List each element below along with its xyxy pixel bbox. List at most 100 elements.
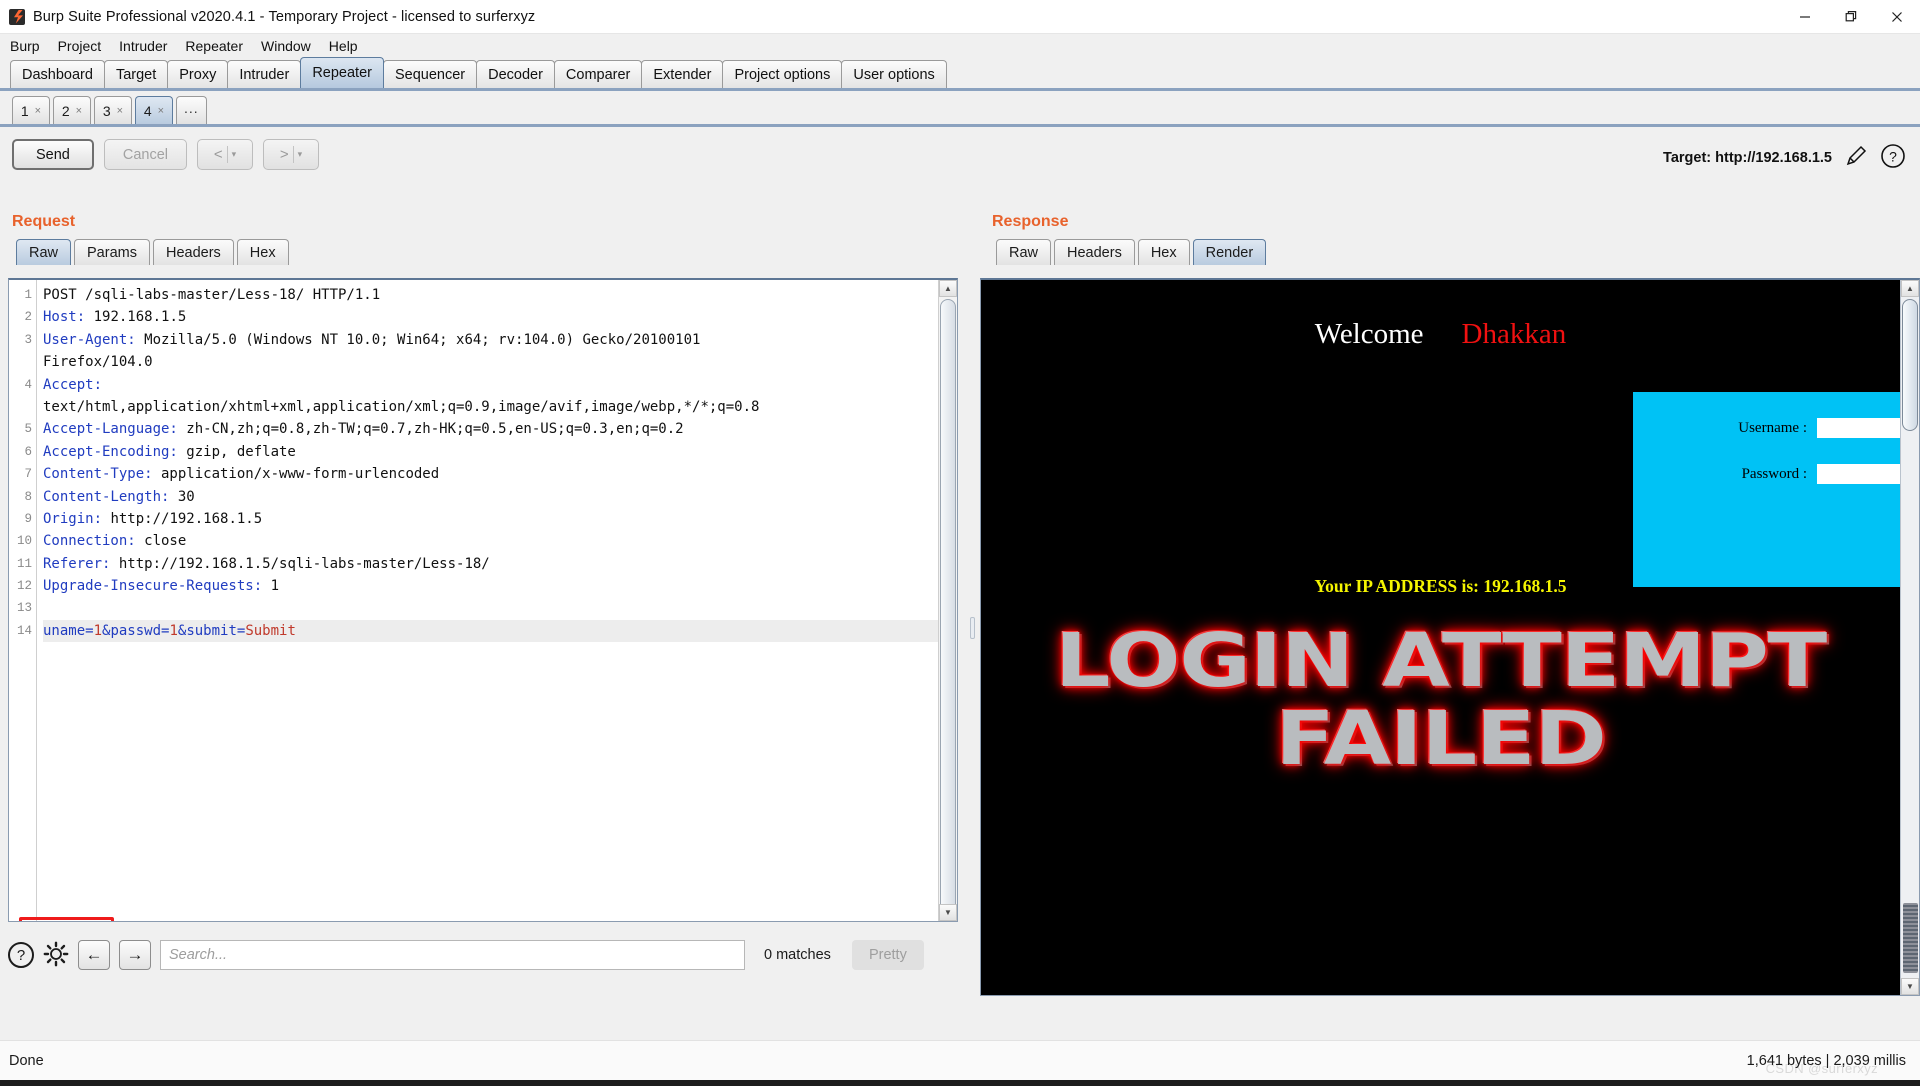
request-tab-headers[interactable]: Headers: [153, 239, 234, 265]
request-raw-text[interactable]: POST /sqli-labs-master/Less-18/ HTTP/1.1…: [37, 280, 957, 921]
request-tab-raw[interactable]: Raw: [16, 239, 71, 265]
code-line: Accept-Language: zh-CN,zh;q=0.8,zh-TW;q=…: [43, 418, 957, 440]
response-render-frame: WelcomeDhakkan Username : Password : You…: [980, 278, 1920, 996]
close-icon[interactable]: ×: [76, 105, 82, 117]
os-taskbar: [0, 1080, 1920, 1086]
line-number: 3: [9, 329, 36, 351]
tab-target[interactable]: Target: [104, 60, 168, 88]
tab-intruder[interactable]: Intruder: [227, 60, 301, 88]
username-row: Username :: [1633, 418, 1900, 438]
code-line: Referer: http://192.168.1.5/sqli-labs-ma…: [43, 553, 957, 575]
pane-splitter[interactable]: [965, 206, 980, 996]
line-number: 13: [9, 597, 36, 619]
menu-item-window[interactable]: Window: [261, 38, 311, 54]
line-number: 10: [9, 530, 36, 552]
repeater-tab-more[interactable]: ...: [176, 96, 207, 124]
username-label: Username :: [1738, 420, 1807, 437]
password-field[interactable]: [1817, 464, 1900, 484]
close-icon[interactable]: ×: [158, 105, 164, 117]
tab-dashboard[interactable]: Dashboard: [10, 60, 105, 88]
scroll-down-icon[interactable]: ▼: [1901, 978, 1919, 995]
menu-item-repeater[interactable]: Repeater: [185, 38, 243, 54]
match-count: 0 matches: [764, 947, 831, 963]
request-editor[interactable]: 1234567891011121314 POST /sqli-labs-mast…: [8, 278, 958, 922]
menu-bar: Burp Project Intruder Repeater Window He…: [0, 34, 1920, 58]
status-text: Done: [0, 1053, 44, 1069]
close-icon[interactable]: ×: [35, 105, 41, 117]
repeater-tab-label: 1: [21, 103, 29, 119]
main-tab-strip: Dashboard Target Proxy Intruder Repeater…: [0, 58, 1920, 91]
arrow-left-icon[interactable]: ←: [78, 940, 110, 970]
question-mark-icon[interactable]: ?: [1880, 143, 1906, 172]
scrollbar-thumb[interactable]: [1902, 299, 1918, 431]
menu-item-help[interactable]: Help: [329, 38, 358, 54]
request-body-line: uname=1&passwd=1&submit=Submit: [43, 620, 957, 642]
repeater-tab-2[interactable]: 2 ×: [53, 96, 91, 124]
menu-item-intruder[interactable]: Intruder: [119, 38, 167, 54]
username-field[interactable]: [1817, 418, 1900, 438]
pretty-button[interactable]: Pretty: [852, 940, 924, 970]
action-bar: Send Cancel < ▾ > ▾ Target: http://192.1…: [0, 127, 1920, 182]
repeater-tab-strip: 1 × 2 × 3 × 4 × ...: [0, 91, 1920, 127]
scrollbar-thumb[interactable]: [940, 299, 956, 922]
tab-proxy[interactable]: Proxy: [167, 60, 228, 88]
response-scrollbar[interactable]: ▲ ▼: [1900, 280, 1919, 995]
arrow-right-icon[interactable]: →: [119, 940, 151, 970]
code-line: Content-Type: application/x-www-form-url…: [43, 463, 957, 485]
ip-address-text: Your IP ADDRESS is: 192.168.1.5: [981, 576, 1900, 597]
line-number: 5: [9, 418, 36, 440]
target-area: Target: http://192.168.1.5 ?: [1663, 143, 1906, 172]
resize-grip[interactable]: [1903, 903, 1918, 973]
response-tab-hex[interactable]: Hex: [1138, 239, 1190, 265]
code-line: Accept:: [43, 374, 957, 396]
tab-project-options[interactable]: Project options: [722, 60, 842, 88]
repeater-tab-3[interactable]: 3 ×: [94, 96, 132, 124]
rendered-page: WelcomeDhakkan Username : Password : You…: [981, 280, 1900, 995]
request-pane: Request Raw Params Headers Hex 123456789…: [0, 206, 965, 996]
tab-extender[interactable]: Extender: [641, 60, 723, 88]
tab-sequencer[interactable]: Sequencer: [383, 60, 477, 88]
tab-repeater[interactable]: Repeater: [300, 57, 384, 88]
welcome-name: Dhakkan: [1462, 318, 1567, 350]
minimize-icon[interactable]: [1782, 0, 1828, 34]
close-icon[interactable]: ×: [117, 105, 123, 117]
scroll-down-icon[interactable]: ▼: [939, 904, 957, 921]
response-tab-headers[interactable]: Headers: [1054, 239, 1135, 265]
repeater-tab-label: 3: [103, 103, 111, 119]
search-input[interactable]: Search...: [160, 940, 745, 970]
tab-decoder[interactable]: Decoder: [476, 60, 555, 88]
menu-item-burp[interactable]: Burp: [10, 38, 40, 54]
gear-icon[interactable]: [43, 941, 69, 970]
request-line-numbers: 1234567891011121314: [9, 280, 37, 921]
menu-item-project[interactable]: Project: [58, 38, 102, 54]
response-tab-raw[interactable]: Raw: [996, 239, 1051, 265]
window-title: Burp Suite Professional v2020.4.1 - Temp…: [33, 9, 535, 25]
scroll-up-icon[interactable]: ▲: [1901, 280, 1919, 297]
chevron-left-icon: <: [214, 146, 223, 163]
line-number: 7: [9, 463, 36, 485]
repeater-tab-4[interactable]: 4 ×: [135, 96, 173, 124]
line-number: 6: [9, 441, 36, 463]
line-number: [9, 351, 36, 373]
forward-button[interactable]: > ▾: [263, 139, 319, 170]
request-scrollbar[interactable]: ▲ ▼: [938, 280, 957, 921]
response-title: Response: [980, 206, 1920, 231]
cancel-button[interactable]: Cancel: [104, 139, 187, 170]
question-mark-icon[interactable]: ?: [8, 942, 34, 968]
pencil-icon[interactable]: [1844, 144, 1868, 171]
repeater-tab-1[interactable]: 1 ×: [12, 96, 50, 124]
request-tab-params[interactable]: Params: [74, 239, 150, 265]
back-button[interactable]: < ▾: [197, 139, 253, 170]
request-tab-hex[interactable]: Hex: [237, 239, 289, 265]
close-icon[interactable]: [1874, 0, 1920, 34]
tab-comparer[interactable]: Comparer: [554, 60, 642, 88]
scroll-up-icon[interactable]: ▲: [939, 280, 957, 297]
password-row: Password :: [1633, 464, 1900, 484]
send-button[interactable]: Send: [12, 139, 94, 170]
splitter-grip[interactable]: [970, 617, 975, 639]
find-bar: ? ← → Search... 0 matches Pretty: [0, 932, 965, 978]
maximize-icon[interactable]: [1828, 0, 1874, 34]
tab-user-options[interactable]: User options: [841, 60, 946, 88]
response-tab-render[interactable]: Render: [1193, 239, 1267, 265]
code-line: text/html,application/xhtml+xml,applicat…: [43, 396, 957, 418]
